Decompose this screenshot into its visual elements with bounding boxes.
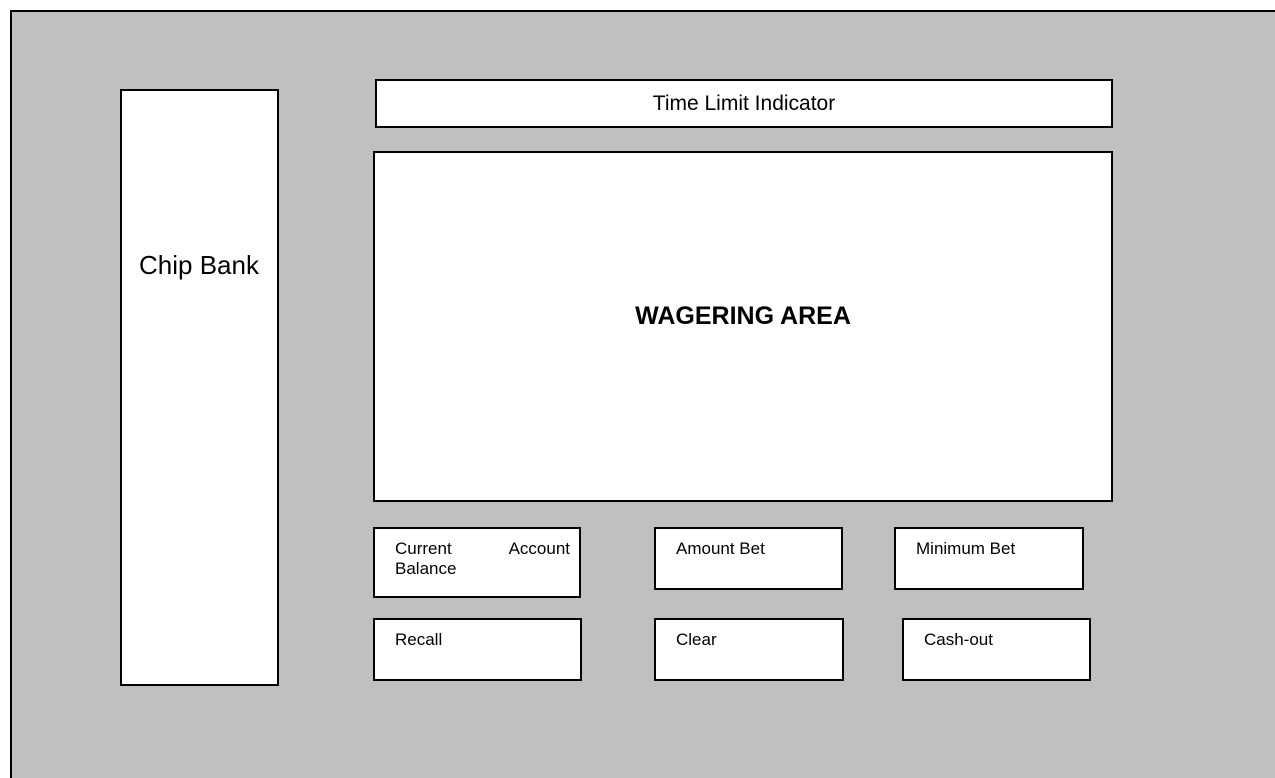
cash-out-button[interactable]: Cash-out [902, 618, 1091, 681]
amount-bet-box: Amount Bet [654, 527, 843, 590]
wagering-area[interactable]: WAGERING AREA [373, 151, 1113, 502]
time-limit-label: Time Limit Indicator [652, 91, 836, 115]
amount-bet-label: Amount Bet [676, 539, 765, 558]
recall-button-label: Recall [395, 630, 443, 649]
clear-button-label: Clear [676, 630, 717, 649]
minimum-bet-label: Minimum Bet [916, 539, 1016, 558]
recall-button[interactable]: Recall [373, 618, 582, 681]
clear-button[interactable]: Clear [654, 618, 844, 681]
cash-out-button-label: Cash-out [924, 630, 993, 649]
current-account-balance-box: Current Account Balance [373, 527, 581, 598]
game-screen: Chip Bank Time Limit Indicator WAGERING … [10, 10, 1275, 778]
time-limit-indicator: Time Limit Indicator [375, 79, 1113, 128]
wagering-area-label: WAGERING AREA [635, 302, 851, 330]
current-account-balance-label: Current Account Balance [395, 539, 570, 578]
chip-bank[interactable]: Chip Bank [120, 89, 279, 686]
minimum-bet-box: Minimum Bet [894, 527, 1084, 590]
chip-bank-label: Chip Bank [139, 250, 259, 280]
